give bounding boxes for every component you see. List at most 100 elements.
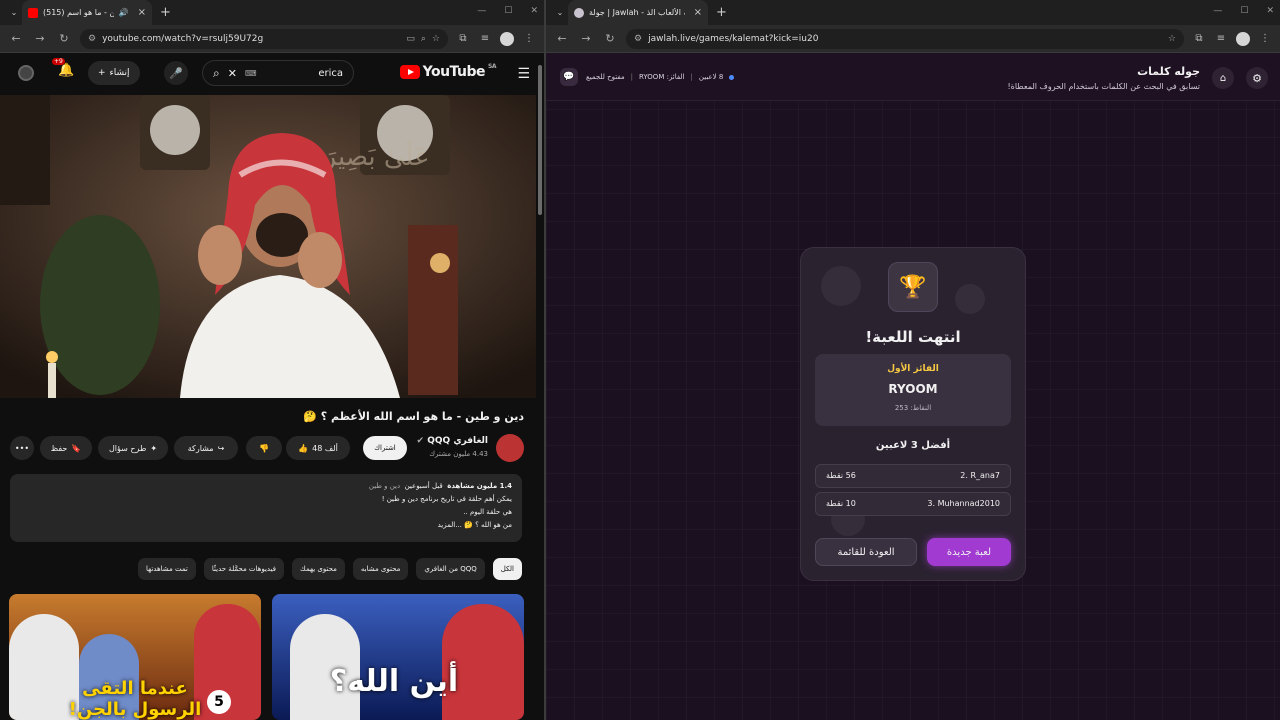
menu-dots-icon[interactable]: ⋮ <box>522 33 536 44</box>
minimize-icon[interactable]: — <box>477 6 486 16</box>
window-controls: — ☐ ✕ <box>1213 6 1274 16</box>
reading-list-icon[interactable]: ≡ <box>1214 33 1228 44</box>
cast-icon[interactable]: ▭ <box>406 34 415 44</box>
bookmark-star-icon[interactable]: ☆ <box>432 34 440 44</box>
site-info-icon[interactable]: ⚙ <box>88 34 96 44</box>
back-icon[interactable]: ← <box>8 32 24 45</box>
chat-bubble-icon[interactable]: 💬 <box>560 68 578 86</box>
clear-search-icon[interactable]: ✕ <box>228 67 237 80</box>
url-field[interactable]: ⚙ youtube.com/watch?v=rsulj59U72g ▭ ⌕ ☆ <box>80 28 448 49</box>
thumbs-down-icon: 👎 <box>259 443 269 453</box>
browser-window-youtube: ⌄ (515) دين وطين - ما هو اسم 🔊 × + — ☐ ✕… <box>0 0 544 720</box>
profile-avatar[interactable] <box>1236 31 1250 46</box>
video-description[interactable]: 1.4 مليون مشاهدة قبل أسبوعين دين و طين ي… <box>10 474 522 542</box>
zoom-icon[interactable]: ⌕ <box>421 34 426 44</box>
chip-watched[interactable]: تمت مشاهدتها <box>137 558 196 580</box>
tab-youtube[interactable]: (515) دين وطين - ما هو اسم 🔊 × <box>22 0 152 25</box>
channel-name[interactable]: الغافري QQQ ✔ <box>417 436 488 446</box>
settings-gear-icon[interactable]: ⚙ <box>1246 67 1268 89</box>
share-arrow-icon: ↪ <box>217 443 225 453</box>
subscribe-button[interactable]: اشتراك <box>363 436 407 460</box>
player-count: 8 لاعبين <box>698 73 724 81</box>
page-scrollbar[interactable] <box>536 55 544 720</box>
search-input[interactable]: ⌕ ✕ ⌨ erica <box>202 60 354 86</box>
window-controls: — ☐ ✕ <box>477 6 538 16</box>
maximize-icon[interactable]: ☐ <box>1240 6 1248 16</box>
create-button[interactable]: + إنشاء <box>88 61 140 85</box>
chip-all[interactable]: الكل <box>492 558 522 580</box>
share-button[interactable]: مشاركة ↪ <box>174 436 238 460</box>
filter-chips: الكل من الغافري QQQ محتوى مشابه محتوى يه… <box>10 558 522 582</box>
youtube-logo[interactable]: YouTube SA <box>399 63 496 80</box>
reading-list-icon[interactable]: ≡ <box>478 33 492 44</box>
verified-check-icon: ✔ <box>416 436 425 446</box>
game-header: ⚙ ⌂ جوله كلمات تسابق في البحث عن الكلمات… <box>546 53 1280 101</box>
save-label: حفظ <box>50 443 68 453</box>
close-window-icon[interactable]: ✕ <box>530 6 538 16</box>
recommended-video-thumbnail[interactable]: عندما التقى الرسول بالجن! 5 <box>9 594 261 720</box>
address-bar-row: ← → ↻ ⚙ jawlah.live/games/kalemat?kick=i… <box>546 25 1280 53</box>
video-player[interactable]: عَلَىٰ بَصِيرَةٍ <box>0 95 536 398</box>
url-field[interactable]: ⚙ jawlah.live/games/kalemat?kick=iu20 ☆ <box>626 28 1184 49</box>
extensions-icon[interactable]: ⧉ <box>456 33 470 44</box>
youtube-header: 🔔 +9 + إنشاء 🎤 ⌕ ✕ ⌨ erica YouTube SA ☰ <box>0 53 544 93</box>
close-tab-icon[interactable]: × <box>694 7 702 18</box>
chip-for-you[interactable]: محتوى يهمك <box>292 558 345 580</box>
game-over-card: 🏆 انتهت اللعبة! الفائز الأول RYOOM النقا… <box>800 247 1026 581</box>
thumbnail-figure <box>442 604 524 720</box>
maximize-icon[interactable]: ☐ <box>504 6 512 16</box>
share-label: مشاركة <box>187 443 214 453</box>
menu-dots-icon[interactable]: ⋮ <box>1258 33 1272 44</box>
site-info-icon[interactable]: ⚙ <box>634 34 642 44</box>
like-button[interactable]: 👍 48 ألف <box>286 436 350 460</box>
description-more-link[interactable]: من هو الله ؟ 🤔 ...المزيد <box>20 519 512 532</box>
speaker-icon[interactable]: 🔊 <box>119 8 129 17</box>
leaderboard-row: 2. R_ana7 56 نقطة <box>815 464 1011 488</box>
search-icon[interactable]: ⌕ <box>213 66 220 81</box>
tab-search-icon[interactable]: ⌄ <box>6 5 22 21</box>
tab-jawlah[interactable]: جولة | Jawlah - منصة الألعاب الذ × <box>568 0 708 25</box>
keyboard-icon[interactable]: ⌨ <box>245 69 257 78</box>
channel-name-text: الغافري QQQ <box>427 436 488 446</box>
profile-avatar[interactable] <box>500 31 514 46</box>
chip-from-channel[interactable]: من الغافري QQQ <box>416 558 485 580</box>
back-icon[interactable]: ← <box>554 32 570 45</box>
youtube-play-icon <box>399 65 420 79</box>
notifications-bell-icon[interactable]: 🔔 +9 <box>52 58 74 78</box>
chip-similar[interactable]: محتوى مشابه <box>352 558 409 580</box>
reload-icon[interactable]: ↻ <box>56 32 72 45</box>
video-frame-illustration: عَلَىٰ بَصِيرَةٍ <box>0 95 536 398</box>
recommended-video-thumbnail[interactable]: أين الله؟ <box>272 594 524 720</box>
close-tab-icon[interactable]: × <box>138 7 146 18</box>
scrollbar-thumb[interactable] <box>538 65 542 215</box>
top-players-heading: أفضل 3 لاعبين <box>875 440 951 451</box>
sparkle-icon: ✦ <box>150 443 158 453</box>
winner-label: الفائز الأول <box>887 364 939 374</box>
forward-icon[interactable]: → <box>32 32 48 45</box>
dislike-button[interactable]: 👎 <box>246 436 282 460</box>
ask-button[interactable]: طرح سؤال ✦ <box>98 436 168 460</box>
new-tab-button[interactable]: + <box>160 5 171 20</box>
new-tab-button[interactable]: + <box>716 5 727 20</box>
open-status: مفتوح للجميع <box>586 73 625 81</box>
bookmark-star-icon[interactable]: ☆ <box>1168 34 1176 44</box>
close-window-icon[interactable]: ✕ <box>1266 6 1274 16</box>
save-button[interactable]: حفظ 🔖 <box>40 436 92 460</box>
channel-avatar[interactable] <box>496 434 524 462</box>
hamburger-menu-icon[interactable]: ☰ <box>517 66 530 82</box>
tab-title: (515) دين وطين - ما هو اسم <box>43 8 114 17</box>
forward-icon[interactable]: → <box>578 32 594 45</box>
subscriber-count: 4.43 مليون مشترك <box>429 450 488 458</box>
minimize-icon[interactable]: — <box>1213 6 1222 16</box>
home-icon[interactable]: ⌂ <box>1212 67 1234 89</box>
voice-search-mic-icon[interactable]: 🎤 <box>164 61 188 85</box>
new-game-button[interactable]: لعبة جديدة <box>927 538 1011 566</box>
chip-recent[interactable]: فيديوهات محمَّلة حديثًا <box>203 558 285 580</box>
extensions-icon[interactable]: ⧉ <box>1192 33 1206 44</box>
reload-icon[interactable]: ↻ <box>602 32 618 45</box>
back-to-list-button[interactable]: العودة للقائمة <box>815 538 917 566</box>
tab-search-icon[interactable]: ⌄ <box>552 5 568 21</box>
user-avatar[interactable] <box>18 65 34 81</box>
jawlah-favicon-icon <box>574 7 584 18</box>
more-actions-button[interactable]: ••• <box>10 436 34 460</box>
